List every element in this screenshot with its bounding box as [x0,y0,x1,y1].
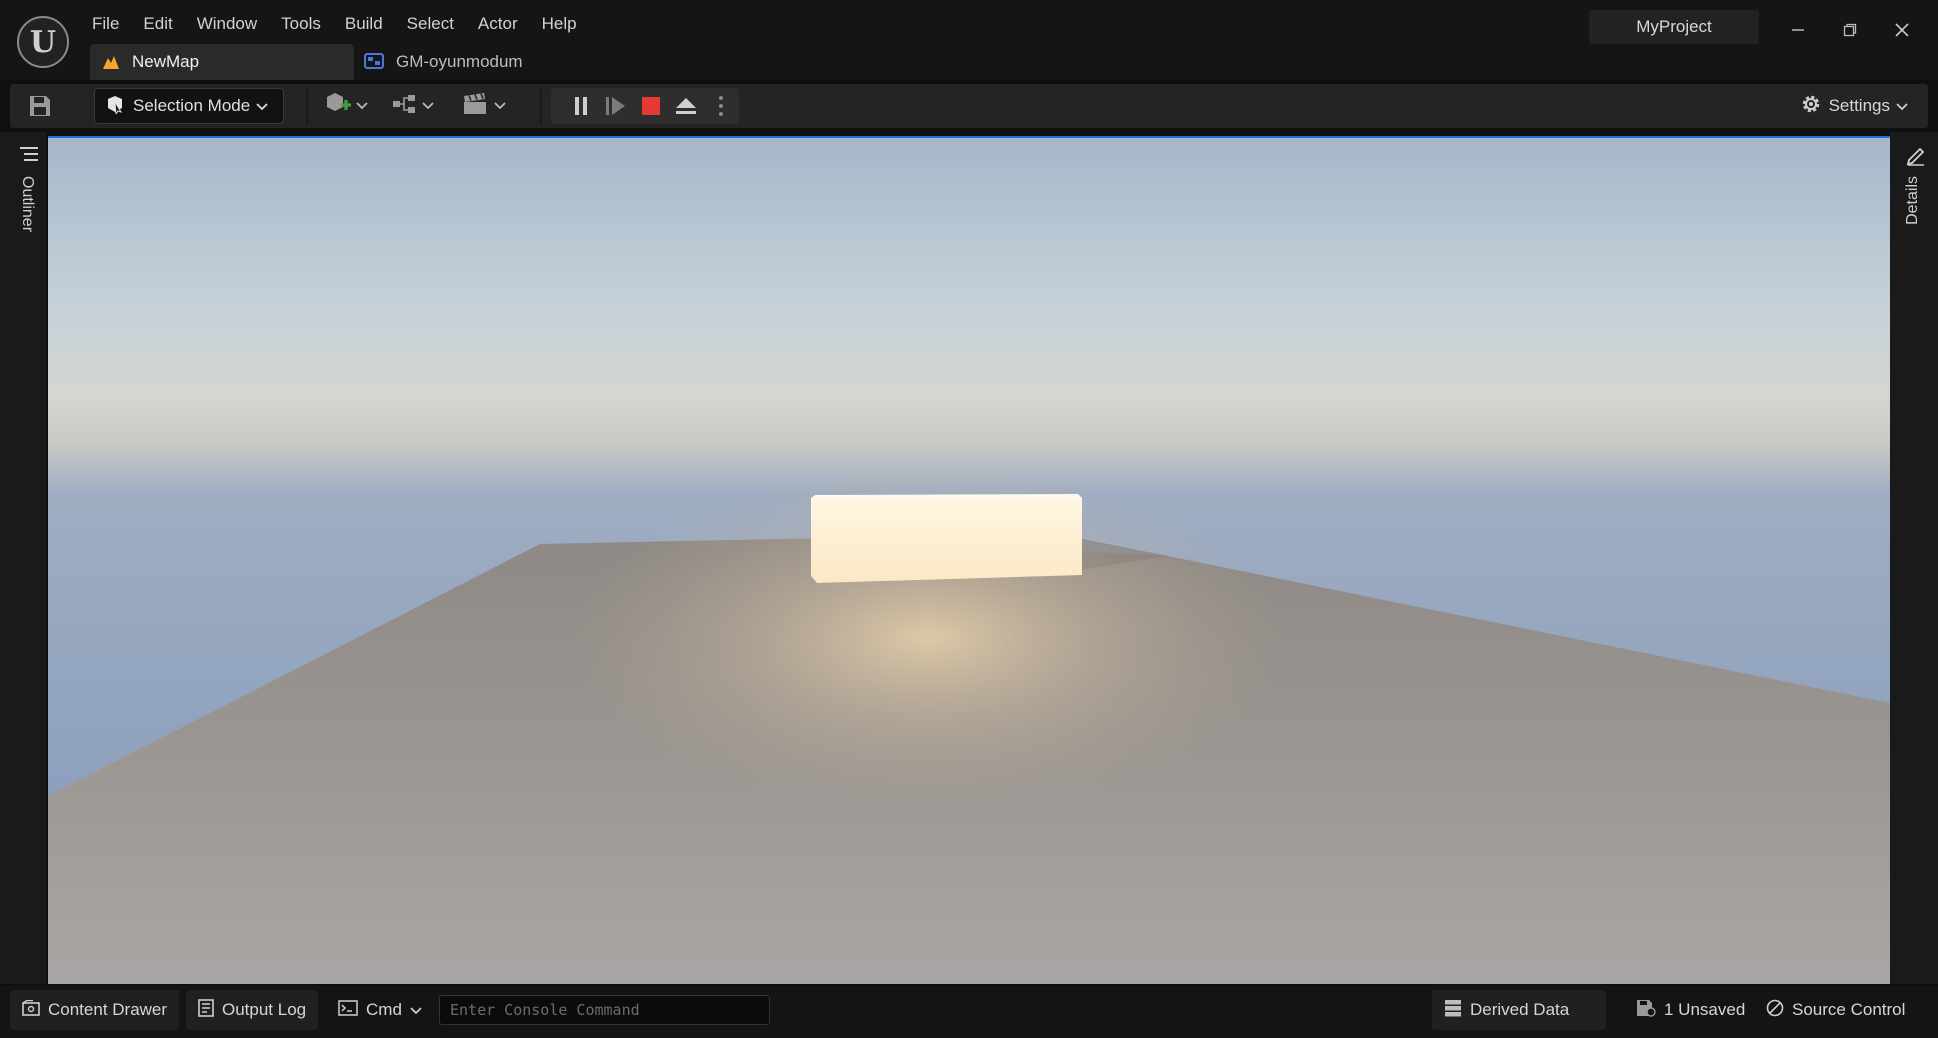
tab-label: GM-oyunmodum [396,52,523,71]
blueprint-graph-icon [392,93,418,120]
content-drawer-button[interactable]: Content Drawer [10,990,180,1030]
level-map-icon [102,54,120,70]
tab-label: NewMap [132,52,200,71]
level-viewport[interactable] [48,136,1890,984]
gear-icon [1799,92,1823,121]
cmd-label: Cmd [366,1000,402,1019]
status-bar: Content Drawer Output Log Cmd Derived Da… [0,986,1938,1038]
unsaved-icon [1636,999,1656,1022]
details-label: Details [1904,176,1921,225]
derived-data-label: Derived Data [1470,1000,1570,1019]
content-drawer-label: Content Drawer [48,1000,168,1019]
output-log-icon [198,998,214,1022]
settings-button[interactable]: Settings [1799,90,1908,122]
menu-file[interactable]: File [92,12,131,36]
chevron-down-icon [1896,96,1908,116]
add-actor-dropdown[interactable] [324,90,368,122]
source-control-label: Source Control [1792,1000,1906,1019]
selection-mode-label: Selection Mode [133,96,251,115]
unreal-engine-logo-icon[interactable]: U [17,16,69,68]
derived-data-button[interactable]: Derived Data [1432,990,1606,1030]
tab-newmap[interactable]: NewMap [90,44,354,80]
cmd-dropdown[interactable]: Cmd [328,990,434,1030]
step-frame-icon[interactable] [598,88,633,124]
chevron-down-icon [422,97,434,115]
outliner-strip[interactable]: Outliner [0,132,46,984]
save-icon[interactable] [28,94,52,123]
details-icon [1906,146,1926,171]
outliner-label: Outliner [19,176,36,233]
selection-mode-dropdown[interactable]: Selection Mode [94,88,284,124]
settings-label: Settings [1828,96,1890,115]
selection-cube-icon [105,94,125,119]
chevron-down-icon [494,97,506,115]
viewport-scene [48,138,1890,984]
blueprint-graph-dropdown[interactable] [392,90,434,122]
toolbar-divider [306,88,308,124]
close-icon[interactable] [1882,14,1922,46]
chevron-down-icon [410,1000,422,1020]
toolbar-divider [540,88,542,124]
cinematics-dropdown[interactable] [462,90,506,122]
tab-gm-oyunmodum[interactable]: GM-oyunmodum [364,44,594,80]
menu-build[interactable]: Build [333,12,395,36]
menu-bar: File Edit Window Tools Build Select Acto… [92,12,589,36]
stop-icon[interactable] [633,88,668,124]
derived-data-icon [1444,999,1462,1022]
chevron-down-icon [256,96,268,116]
project-name: MyProject [1589,10,1759,44]
logo-glyph: U [29,24,57,60]
play-controls [551,88,739,124]
chevron-down-icon [356,97,368,115]
unsaved-button[interactable]: 1 Unsaved [1624,990,1757,1030]
main-toolbar: Selection Mode Settings [10,84,1928,128]
glowing-box [811,498,1082,583]
menu-select[interactable]: Select [395,12,466,36]
blueprint-icon [364,53,384,71]
outliner-icon [20,146,38,167]
minimize-icon[interactable] [1778,14,1818,46]
menu-edit[interactable]: Edit [131,12,184,36]
menu-tools[interactable]: Tools [269,12,333,36]
more-options-icon[interactable] [703,88,738,124]
terminal-icon [338,999,358,1021]
source-control-button[interactable]: Source Control [1754,990,1911,1030]
add-actor-icon [324,91,352,122]
unsaved-label: 1 Unsaved [1664,1000,1746,1019]
menu-help[interactable]: Help [530,12,589,36]
menu-actor[interactable]: Actor [466,12,530,36]
output-log-button[interactable]: Output Log [186,990,319,1030]
cinematics-icon [462,92,490,121]
restore-icon[interactable] [1830,14,1870,46]
title-bar: U File Edit Window Tools Build Select Ac… [0,0,1938,80]
output-log-label: Output Log [222,1000,307,1019]
console-command-input[interactable] [439,995,770,1025]
eject-icon[interactable] [668,88,703,124]
details-strip[interactable]: Details [1890,132,1938,984]
menu-window[interactable]: Window [185,12,269,36]
content-drawer-icon [22,999,40,1021]
pause-icon[interactable] [563,88,598,124]
source-control-disabled-icon [1766,999,1784,1022]
